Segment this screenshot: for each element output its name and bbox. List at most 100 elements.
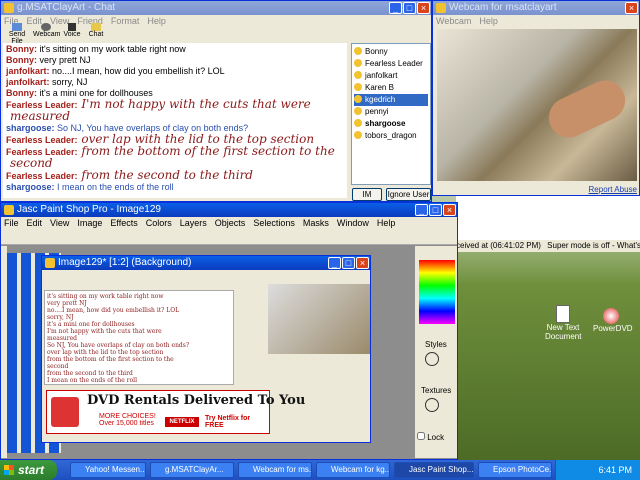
menu-colors[interactable]: Colors: [146, 218, 172, 228]
chat-message: janfolkart: no....I mean, how did you em…: [6, 66, 225, 76]
menu-image[interactable]: Image: [77, 218, 102, 228]
menu-effects[interactable]: Effects: [110, 218, 137, 228]
user-list-item[interactable]: janfolkart: [354, 70, 428, 82]
thumbnail-line: from the bottom of the first section to …: [47, 356, 174, 363]
chat-titlebar[interactable]: g.MSATClayArt - Chat _ □ ×: [1, 1, 431, 15]
taskbar: start Yahoo! Messen... g.MSATClayAr... W…: [0, 460, 640, 480]
close-button[interactable]: ×: [417, 2, 430, 14]
chat-message: Bonny: very prett NJ: [6, 55, 91, 65]
menu-view[interactable]: View: [50, 218, 69, 228]
chat-icon: [91, 23, 101, 31]
styles-swatch[interactable]: [425, 352, 439, 366]
powerdvd-icon: [603, 308, 619, 324]
chat-message: janfolkart: sorry, NJ: [6, 77, 88, 87]
try-netflix-link[interactable]: Try Netflix for FREE: [205, 415, 269, 429]
thumbnail-line: very prett NJ: [47, 300, 87, 307]
thumbnail-line: it's a mini one for dollhouses: [47, 321, 135, 328]
voice-icon: [68, 23, 76, 31]
psp-menubar: File Edit View Image Effects Colors Layers Obje…: [1, 217, 457, 229]
color-palette-panel: Styles Textures Lock: [415, 246, 457, 458]
windows-logo-icon: [4, 465, 14, 475]
psp-toolbar: [1, 229, 457, 245]
dvd-ad-banner: DVD Rentals Delivered To You MORE CHOICE…: [46, 390, 305, 434]
taskbar-item-webcam-kg[interactable]: Webcam for kg...: [316, 462, 390, 478]
chat-button[interactable]: Chat: [85, 23, 107, 38]
clock[interactable]: 6:41 PM: [598, 465, 632, 475]
chat-message: Fearless Leader: from the second to the …: [6, 168, 253, 182]
menu-objects[interactable]: Objects: [215, 218, 246, 228]
user-list-item[interactable]: Bonny: [354, 46, 428, 58]
user-list-item[interactable]: pennyi: [354, 106, 428, 118]
psp-window: Jasc Paint Shop Pro - Image129 _ □ × File E…: [0, 202, 458, 460]
webcam2-status: ceived at (06:41:02 PM) Super mode is of…: [456, 240, 640, 252]
user-list-item[interactable]: Fearless Leader: [354, 58, 428, 70]
lock-checkbox-input[interactable]: [417, 432, 425, 440]
menu-help[interactable]: Help: [147, 16, 166, 26]
taskbar-item-psp[interactable]: Jasc Paint Shop...: [394, 462, 474, 478]
send-file-button[interactable]: Send File: [3, 23, 31, 45]
user-status-icon: [354, 47, 362, 55]
canvas-webcam-thumbnail: [268, 284, 370, 354]
chat-toolbar: Send File Webcam Voice Chat: [1, 23, 431, 45]
taskbar-item-chat[interactable]: g.MSATClayAr...: [150, 462, 234, 478]
menu-file[interactable]: File: [4, 218, 19, 228]
taskbar-item-epson[interactable]: Epson PhotoCe...: [478, 462, 552, 478]
hands-image: [542, 73, 632, 145]
psp-titlebar[interactable]: Jasc Paint Shop Pro - Image129 _ □ ×: [1, 203, 457, 217]
user-list-item[interactable]: shargoose: [354, 118, 428, 130]
menu-window[interactable]: Window: [337, 218, 369, 228]
im-button[interactable]: IM: [352, 188, 382, 201]
thumbnail-line: measured: [47, 335, 78, 342]
color-spectrum[interactable]: [419, 260, 455, 324]
minimize-button[interactable]: _: [328, 257, 341, 269]
image-titlebar[interactable]: Image129* [1:2] (Background) _ □ ×: [42, 256, 370, 270]
webcam-titlebar[interactable]: Webcam for msatclayart ×: [433, 1, 639, 15]
chat-transcript: Bonny: it's sitting on my work table rig…: [3, 43, 347, 198]
webcam-video: [437, 29, 637, 181]
menu-masks[interactable]: Masks: [303, 218, 329, 228]
textures-swatch[interactable]: [425, 398, 439, 412]
menu-selections[interactable]: Selections: [253, 218, 295, 228]
ignore-user-button[interactable]: Ignore User: [386, 188, 431, 201]
close-button[interactable]: ×: [356, 257, 369, 269]
menu-edit[interactable]: Edit: [27, 218, 43, 228]
thumbnail-line: So NJ, You have overlaps of clay on both…: [47, 342, 190, 349]
webcam-button[interactable]: Webcam: [33, 23, 61, 38]
user-list-item[interactable]: tobors_dragon: [354, 130, 428, 142]
maximize-button[interactable]: □: [429, 204, 442, 216]
webcam-icon: [41, 23, 51, 31]
maximize-button[interactable]: □: [342, 257, 355, 269]
chat-message: Bonny: it's sitting on my work table rig…: [6, 44, 186, 54]
close-button[interactable]: ×: [625, 2, 638, 14]
menu-webcam[interactable]: Webcam: [436, 16, 471, 26]
user-status-icon: [354, 131, 362, 139]
maximize-button[interactable]: □: [403, 2, 416, 14]
close-button[interactable]: ×: [443, 204, 456, 216]
menu-help[interactable]: Help: [377, 218, 396, 228]
lock-checkbox[interactable]: Lock: [417, 432, 444, 442]
minimize-button[interactable]: _: [389, 2, 402, 14]
menu-format[interactable]: Format: [111, 16, 140, 26]
start-button[interactable]: start: [0, 460, 57, 480]
menu-layers[interactable]: Layers: [180, 218, 207, 228]
webcam-icon: [436, 3, 446, 13]
report-abuse-link[interactable]: Report Abuse: [589, 185, 637, 194]
desktop-icon-new-text[interactable]: New Text Document: [545, 305, 581, 341]
taskbar-item-yahoo[interactable]: Yahoo! Messen...: [70, 462, 146, 478]
user-list-item[interactable]: kgedrich: [354, 94, 428, 106]
thumbnail-line: over lap with the lid to the top section: [47, 349, 164, 356]
user-list-item[interactable]: Karen B: [354, 82, 428, 94]
menu-help[interactable]: Help: [479, 16, 498, 26]
canvas-chat-thumbnail: it's sitting on my work table right now …: [44, 290, 234, 385]
image-window: Image129* [1:2] (Background) _ □ × it's si…: [41, 255, 371, 443]
user-status-icon: [354, 71, 362, 79]
voice-button[interactable]: Voice: [61, 23, 83, 38]
user-status-icon: [354, 95, 362, 103]
desktop-icon-powerdvd[interactable]: PowerDVD: [593, 308, 633, 333]
dvd-envelope-icon: [51, 397, 79, 427]
taskbar-item-webcam-ms[interactable]: Webcam for ms...: [238, 462, 312, 478]
netflix-logo: NETFLIX: [165, 417, 199, 427]
minimize-button[interactable]: _: [415, 204, 428, 216]
send-file-icon: [12, 23, 22, 31]
user-list: Bonny Fearless Leader janfolkart Karen Bkge…: [351, 43, 431, 185]
